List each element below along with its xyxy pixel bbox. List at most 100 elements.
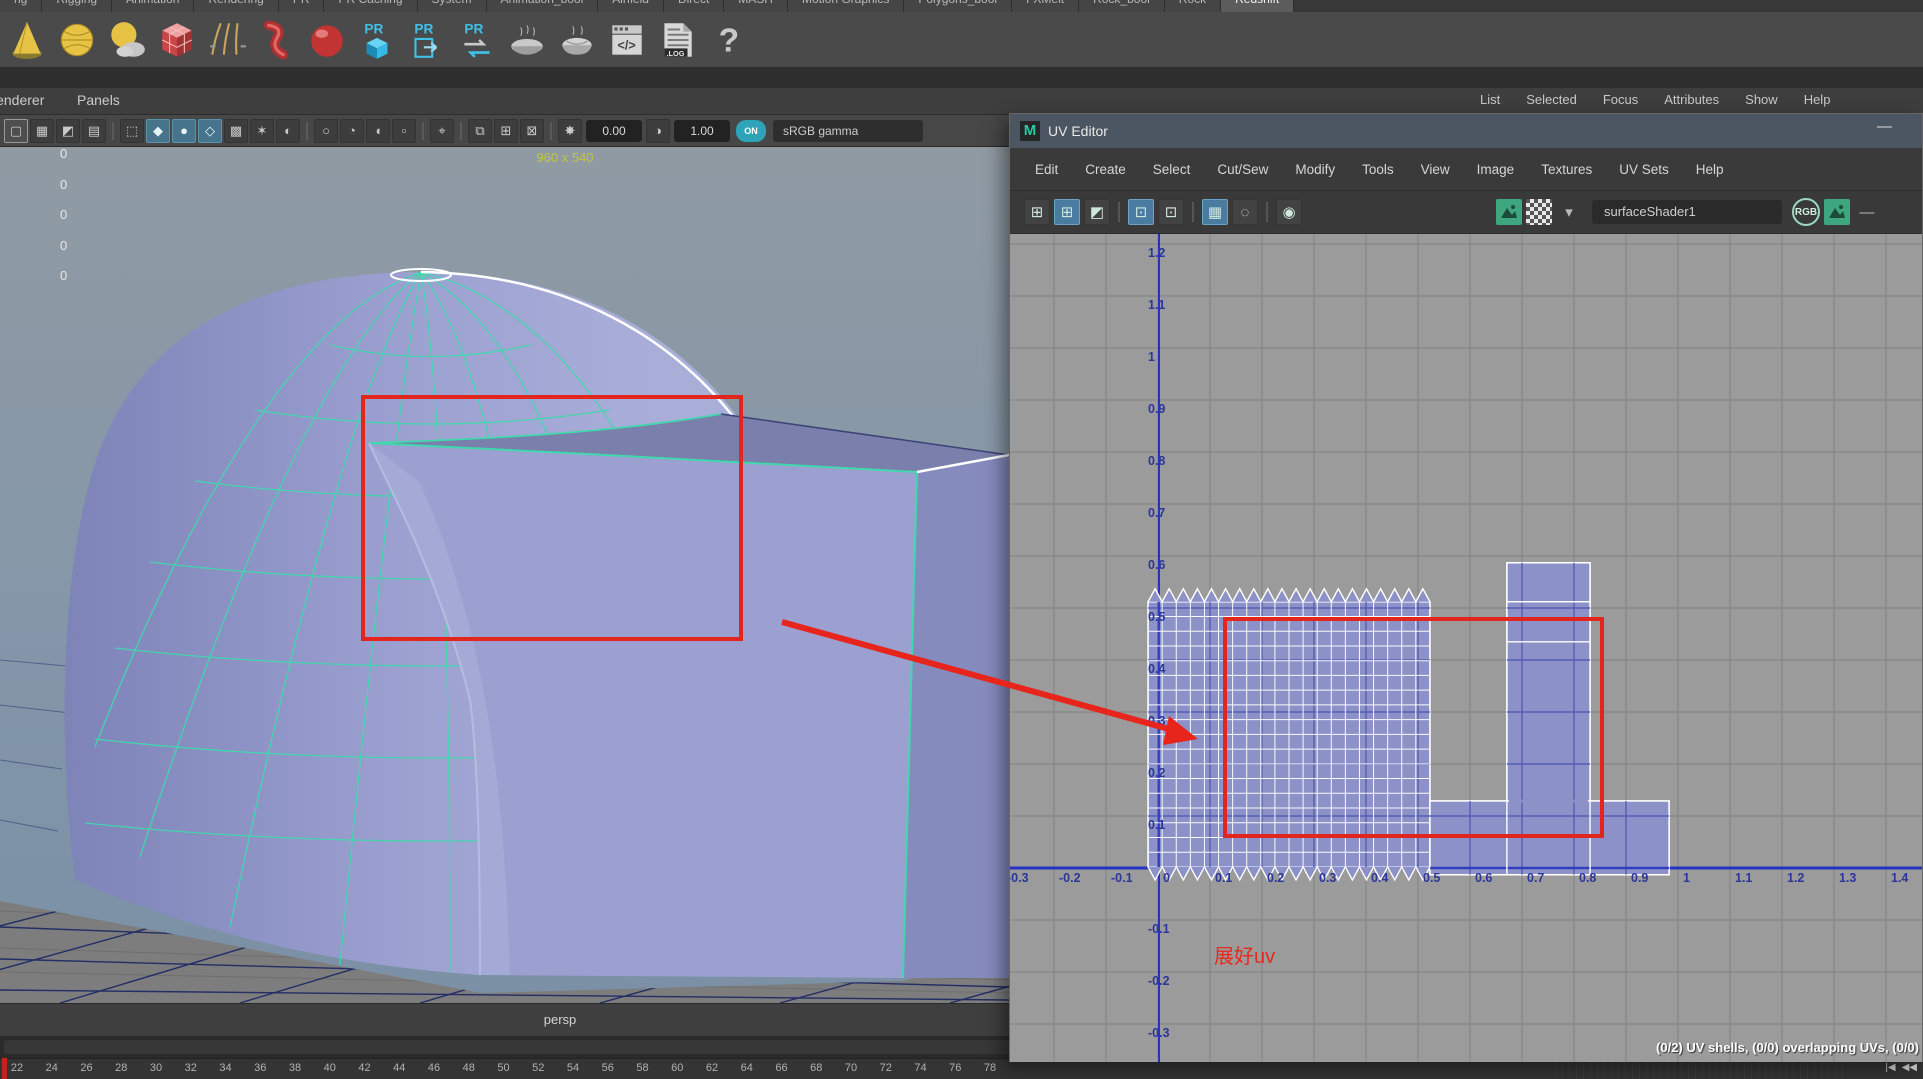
uv-half-shaded-icon[interactable]: ◩	[1084, 199, 1110, 225]
frame-number[interactable]: 38	[280, 1062, 310, 1074]
view-transform-select[interactable]: sRGB gamma	[773, 119, 923, 142]
frame-number[interactable]: 44	[384, 1062, 414, 1074]
open-render-view-icon[interactable]: ○	[314, 118, 338, 143]
shelf-tab-system[interactable]: System	[417, 0, 487, 12]
hair-strands-icon[interactable]	[204, 17, 250, 63]
snap-projected-center-icon[interactable]: ◇	[198, 118, 222, 143]
image-plane-front-icon[interactable]: ⧉	[468, 118, 492, 143]
uv-menu-image[interactable]: Image	[1477, 162, 1515, 177]
select-tool-icon[interactable]: ▢	[4, 118, 28, 143]
frame-number[interactable]: 24	[37, 1062, 67, 1074]
frame-number[interactable]: 56	[593, 1062, 623, 1074]
frame-number[interactable]: 70	[836, 1062, 866, 1074]
uv-menu-textures[interactable]: Textures	[1541, 162, 1592, 177]
exposure-icon-icon[interactable]: ✸	[558, 118, 582, 143]
texture-image-2-icon[interactable]	[1824, 199, 1850, 225]
pie-dish-2-icon[interactable]	[554, 17, 600, 63]
construction-history-icon[interactable]: ◐	[276, 118, 300, 143]
marquee-tool-icon[interactable]: ▤	[82, 118, 106, 143]
uv-editor-titlebar[interactable]: M UV Editor —	[1010, 114, 1922, 148]
uv-menu-select[interactable]: Select	[1153, 162, 1191, 177]
playback-controls[interactable]: |◀ ◀◀	[1885, 1062, 1917, 1073]
uv-snapshot-camera-icon[interactable]: ◉	[1276, 199, 1302, 225]
frame-number[interactable]: 40	[315, 1062, 345, 1074]
render-settings-icon[interactable]: ◖	[366, 118, 390, 143]
rgb-channels-icon[interactable]: RGB	[1792, 198, 1820, 226]
panels-menu[interactable]: Panels	[77, 92, 120, 108]
uv-menu-cut-sew[interactable]: Cut/Sew	[1217, 162, 1268, 177]
uv-menu-uv-sets[interactable]: UV Sets	[1619, 162, 1669, 177]
frame-number[interactable]: 50	[489, 1062, 519, 1074]
uv-texture-borders-icon[interactable]: ⊡	[1128, 199, 1154, 225]
pr-cube-icon[interactable]: PR	[354, 17, 400, 63]
muscle-curl-icon[interactable]	[254, 17, 300, 63]
help-icon[interactable]: ?	[704, 17, 750, 63]
selection-highlight-icon[interactable]: ⌖	[430, 118, 454, 143]
frame-number[interactable]: 60	[662, 1062, 692, 1074]
frame-number[interactable]: 28	[106, 1062, 136, 1074]
shelf-tab-animation[interactable]: Animation	[112, 0, 195, 12]
frame-number[interactable]: 74	[906, 1062, 936, 1074]
color-management-toggle[interactable]: ON	[736, 119, 766, 142]
uv-menu-create[interactable]: Create	[1085, 162, 1126, 177]
playback-button[interactable]: |◀	[1885, 1062, 1895, 1073]
frame-number[interactable]: 76	[940, 1062, 970, 1074]
minimize-button[interactable]: —	[1877, 118, 1892, 135]
gamma-field[interactable]: 1.00	[674, 119, 730, 142]
attr-menu-attributes[interactable]: Attributes	[1664, 92, 1719, 107]
frame-number[interactable]: 62	[697, 1062, 727, 1074]
paint-select-tool-icon[interactable]: ◩	[56, 118, 80, 143]
uv-menu-modify[interactable]: Modify	[1295, 162, 1335, 177]
uv-shell-outline-icon[interactable]: ◌	[1232, 199, 1258, 225]
red-sphere-icon[interactable]	[304, 17, 350, 63]
shelf-tab-pr[interactable]: PR	[278, 0, 325, 12]
shelf-tab-pr-caching[interactable]: PR Caching	[324, 0, 418, 12]
lasso-tool-icon[interactable]: ▦	[30, 118, 54, 143]
frame-number[interactable]: 64	[732, 1062, 762, 1074]
frame-number[interactable]: 54	[558, 1062, 588, 1074]
frame-number[interactable]: 32	[176, 1062, 206, 1074]
cone-primitive-icon[interactable]	[4, 17, 50, 63]
shelf-tab-rock-bool[interactable]: Rock_bool	[1079, 0, 1165, 12]
uv-menu-edit[interactable]: Edit	[1035, 162, 1058, 177]
frame-number[interactable]: 66	[767, 1062, 797, 1074]
uv-tiles-view-icon[interactable]: ⊞	[1024, 199, 1050, 225]
exposure-field[interactable]: 0.00	[586, 119, 642, 142]
shelf-tab-polygons-bool[interactable]: Polygons_bool	[904, 0, 1013, 12]
shelf-tab-airfield[interactable]: Airfield	[598, 0, 664, 12]
log-file-icon[interactable]: .LOG	[654, 17, 700, 63]
shelf-tab-ng[interactable]: ng	[0, 0, 43, 12]
frame-number[interactable]: 42	[350, 1062, 380, 1074]
subdiv-cube-icon[interactable]	[154, 17, 200, 63]
frame-number[interactable]: 58	[628, 1062, 658, 1074]
frame-number[interactable]: 46	[419, 1062, 449, 1074]
snap-grid-icon[interactable]: ⬚	[120, 118, 144, 143]
shelf-tab-mash[interactable]: MASH	[724, 0, 788, 12]
caret-down-icon-icon[interactable]: ▾	[1556, 199, 1582, 225]
attr-menu-show[interactable]: Show	[1745, 92, 1778, 107]
uv-menu-view[interactable]: View	[1421, 162, 1450, 177]
playback-button[interactable]: ◀◀	[1902, 1062, 1917, 1073]
uv-shaded-tiles-icon[interactable]: ⊞	[1054, 199, 1080, 225]
checker-map-icon[interactable]	[1526, 199, 1552, 225]
frame-number[interactable]: 68	[801, 1062, 831, 1074]
frame-number[interactable]: 78	[975, 1062, 1005, 1074]
no-image-plane-icon[interactable]: ⊠	[520, 118, 544, 143]
frame-number[interactable]: 26	[72, 1062, 102, 1074]
attr-menu-focus[interactable]: Focus	[1603, 92, 1638, 107]
image-plane-back-icon[interactable]: ⊞	[494, 118, 518, 143]
code-window-icon[interactable]: </>	[604, 17, 650, 63]
attr-menu-list[interactable]: List	[1480, 92, 1500, 107]
paint-effects-swatch-icon[interactable]: ▫	[392, 118, 416, 143]
attr-menu-selected[interactable]: Selected	[1526, 92, 1577, 107]
shelf-tab-redshift[interactable]: Redshift	[1221, 0, 1295, 12]
snap-surface-icon[interactable]: ▩	[224, 118, 248, 143]
frame-number[interactable]: 34	[211, 1062, 241, 1074]
shelf-tab-direct[interactable]: Direct	[663, 0, 725, 12]
shelf-tab-animation-bool[interactable]: Animation_bool	[486, 0, 599, 12]
uv-menu-help[interactable]: Help	[1696, 162, 1724, 177]
make-live-icon[interactable]: ✶	[250, 118, 274, 143]
texture-image-icon[interactable]	[1496, 199, 1522, 225]
shelf-tab-rigging[interactable]: Rigging	[42, 0, 113, 12]
shader-name-field[interactable]: surfaceShader1	[1592, 200, 1782, 224]
